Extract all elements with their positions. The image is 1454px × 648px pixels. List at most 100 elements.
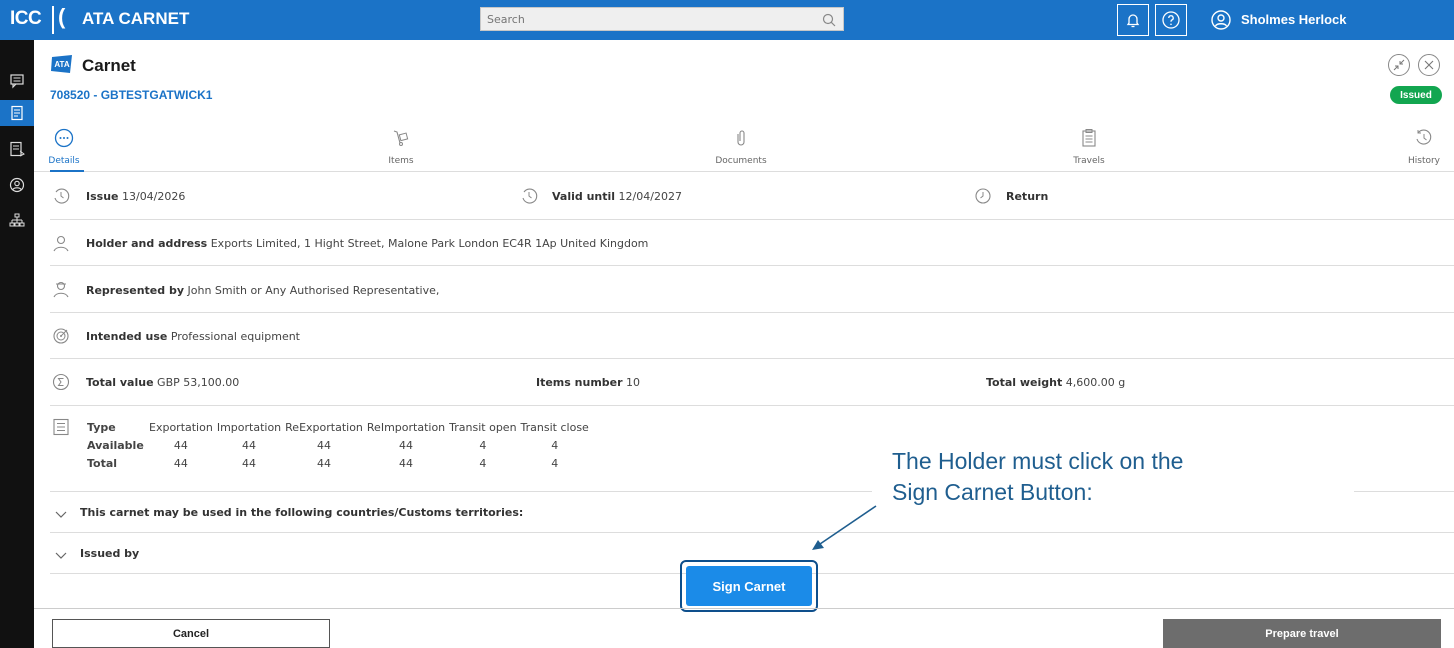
tab-items[interactable]: Items <box>376 120 426 172</box>
carnet-id: 708520 - GBTESTGATWICK1 <box>50 88 213 102</box>
intended-use-value: Professional equipment <box>170 330 300 343</box>
close-button[interactable] <box>1418 54 1440 76</box>
document-icon <box>11 105 23 121</box>
tab-history[interactable]: History <box>1404 120 1444 172</box>
chat-icon <box>10 74 24 89</box>
org-chart-icon <box>9 213 25 227</box>
clock-icon <box>522 188 538 204</box>
carnet-panel: ATA Carnet 708520 - GBTESTGATWICK1 Issue… <box>34 40 1454 648</box>
user-icon <box>9 177 25 193</box>
tab-travels[interactable]: Travels <box>1064 120 1114 172</box>
logo-mark: ( <box>58 4 66 29</box>
rail-item-organization[interactable] <box>0 208 34 234</box>
rail-item-carnets[interactable] <box>0 100 34 126</box>
annotation-line-2: Sign Carnet Button: <box>892 479 1093 505</box>
intended-use-row: Intended use Professional equipment <box>50 313 1454 359</box>
app-name[interactable]: ATA CARNET <box>82 9 189 29</box>
close-icon <box>1424 60 1434 70</box>
help-button[interactable] <box>1155 4 1187 36</box>
return-clock-icon <box>975 188 991 204</box>
notifications-button[interactable] <box>1117 4 1149 36</box>
logo-divider <box>52 6 54 34</box>
col-importation: Importation <box>216 420 282 434</box>
row-label: Total <box>87 456 118 470</box>
bell-icon <box>1126 14 1140 28</box>
represented-value: John Smith or Any Authorised Representat… <box>187 284 440 297</box>
tab-history-label: History <box>1407 156 1441 166</box>
user-menu-button[interactable] <box>1205 4 1237 36</box>
tab-items-label: Items <box>388 156 414 166</box>
page-title: Carnet <box>82 56 136 75</box>
report-icon <box>10 141 25 157</box>
col-reexportation: ReExportation <box>285 420 363 434</box>
cancel-button[interactable]: Cancel <box>52 619 330 648</box>
items-number: 10 <box>626 376 641 389</box>
tab-details-label: Details <box>48 156 80 166</box>
paperclip-icon <box>729 126 753 150</box>
table-row: Total 44 44 44 44 4 4 <box>87 454 593 472</box>
chevron-down-icon <box>55 552 67 559</box>
holder-label: Holder and address <box>86 237 208 250</box>
holder-row: Holder and address Exports Limited, 1 Hi… <box>50 220 1454 266</box>
rail-item-reports[interactable] <box>0 136 34 162</box>
items-number-label: Items number <box>536 376 623 389</box>
list-icon <box>53 418 69 436</box>
intended-use-label: Intended use <box>86 330 168 343</box>
top-bar: ICC ( ATA CARNET Sholmes Herlock <box>0 0 1454 40</box>
type-header: Type <box>87 420 116 434</box>
search-icon[interactable] <box>821 12 837 28</box>
valid-until-date: 12/04/2027 <box>618 190 682 203</box>
holder-value: Exports Limited, 1 Hight Street, Malone … <box>210 237 649 250</box>
table-row: Available 44 44 44 44 4 4 <box>87 436 593 454</box>
sign-carnet-button[interactable]: Sign Carnet <box>686 566 812 606</box>
person-icon <box>53 235 69 252</box>
cell: 4 <box>479 438 487 452</box>
valid-until-label: Valid until <box>552 190 616 203</box>
tab-documents[interactable]: Documents <box>706 120 776 172</box>
active-tab-indicator <box>50 170 84 172</box>
tab-travels-label: Travels <box>1073 156 1105 166</box>
dots-circle-icon <box>52 126 76 150</box>
collapse-button[interactable] <box>1388 54 1410 76</box>
help-icon <box>1162 11 1180 29</box>
target-icon <box>53 328 69 344</box>
cell: 44 <box>399 456 414 470</box>
chevron-down-icon <box>55 511 67 518</box>
history-icon <box>1412 126 1436 150</box>
prepare-travel-button[interactable]: Prepare travel <box>1163 619 1441 648</box>
footer-divider <box>34 608 1454 609</box>
counterfoils-table: Type Exportation Importation ReExportati… <box>87 418 593 472</box>
cell: 44 <box>399 438 414 452</box>
total-value-label: Total value <box>86 376 154 389</box>
total-value: GBP 53,100.00 <box>157 376 240 389</box>
search-box[interactable] <box>480 7 844 31</box>
rail-item-messages[interactable] <box>0 68 34 94</box>
clock-icon <box>54 188 70 204</box>
cell: 4 <box>479 456 487 470</box>
represented-row: Represented by John Smith or Any Authori… <box>50 266 1454 313</box>
tab-details[interactable]: Details <box>44 120 84 172</box>
total-weight: 4,600.00 g <box>1065 376 1126 389</box>
annotation-callout: The Holder must click on the Sign Carnet… <box>892 446 1342 508</box>
issue-label: Issue <box>86 190 119 203</box>
rail-item-profile[interactable] <box>0 172 34 198</box>
total-weight-label: Total weight <box>986 376 1063 389</box>
issue-date: 13/04/2026 <box>121 190 186 203</box>
cell: 4 <box>551 438 559 452</box>
user-name[interactable]: Sholmes Herlock <box>1241 12 1347 27</box>
dates-row: Issue 13/04/2026 Valid until 12/04/2027 … <box>50 173 1454 220</box>
sigma-icon <box>52 373 70 391</box>
cell: 44 <box>173 456 188 470</box>
left-rail <box>0 40 34 648</box>
collapse-icon <box>1393 59 1405 71</box>
row-label: Available <box>87 438 144 452</box>
ata-badge-text: ATA <box>54 60 69 69</box>
represented-label: Represented by <box>86 284 184 297</box>
annotation-arrow-icon <box>812 505 877 550</box>
ata-logo-icon: ATA <box>51 55 72 73</box>
search-input[interactable] <box>481 8 843 30</box>
col-transit-close: Transit close <box>520 420 589 434</box>
icc-logo[interactable]: ICC <box>10 8 42 30</box>
totals-row: Total value GBP 53,100.00 Items number 1… <box>50 359 1454 406</box>
status-badge: Issued <box>1390 86 1442 104</box>
